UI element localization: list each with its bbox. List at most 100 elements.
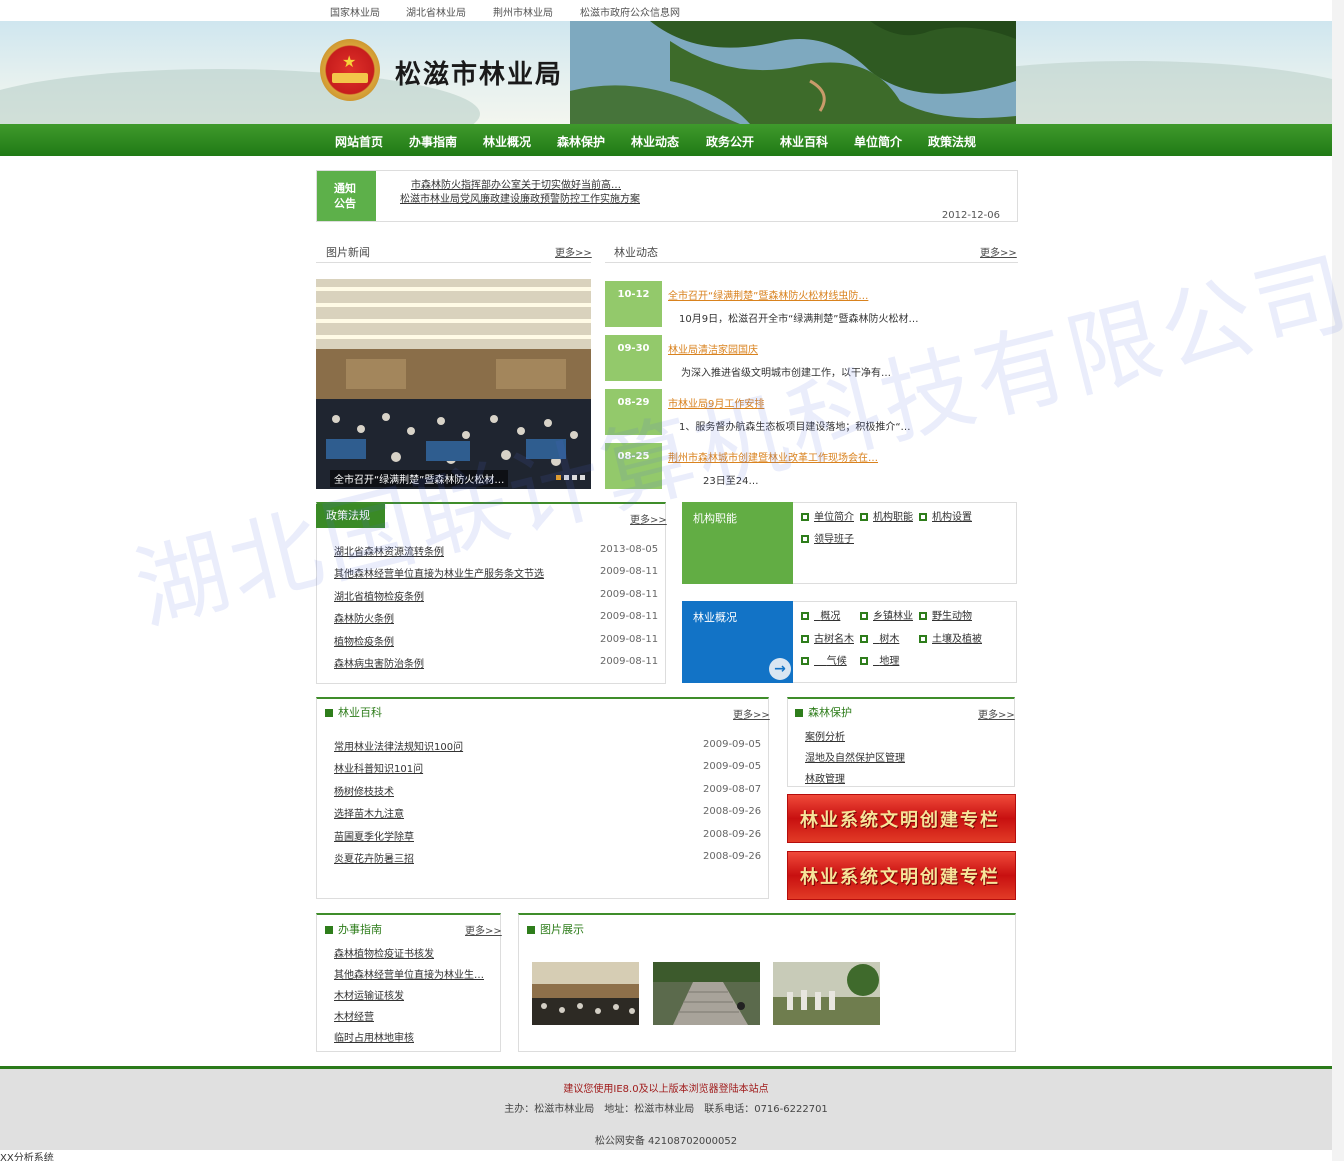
gallery-thumbnail[interactable] <box>773 962 880 1025</box>
org-link-leadership[interactable]: 领导班子 <box>801 530 854 545</box>
top-link-hubei-forestry[interactable]: 湖北省林业局 <box>406 4 466 19</box>
overview-link[interactable]: 气候 <box>801 652 847 667</box>
policy-date: 2009-08-11 <box>600 589 659 600</box>
nav-overview[interactable]: 林业概况 <box>483 133 531 150</box>
gallery-thumbnail[interactable] <box>532 962 639 1025</box>
header-banner: ★ 松滋市林业局 <box>0 21 1332 124</box>
gallery-thumbnail[interactable] <box>653 962 760 1025</box>
forestry-news-more-link[interactable]: 更多>> <box>980 244 1017 259</box>
guide-item[interactable]: 临时占用林地审核 <box>334 1029 414 1044</box>
slideshow-dots[interactable] <box>553 472 585 483</box>
encyclopedia-date: 2009-09-05 <box>703 739 762 750</box>
square-bullet-icon <box>527 926 535 934</box>
policy-more-link[interactable]: 更多>> <box>630 511 667 526</box>
encyclopedia-item[interactable]: 选择苗木九注意 <box>334 805 404 820</box>
org-link-unit-intro[interactable]: 单位简介 <box>801 508 854 523</box>
top-link-jingzhou-forestry[interactable]: 荆州市林业局 <box>493 4 553 19</box>
news-title-link[interactable]: 全市召开“绿满荆楚”暨森林防火松材线虫防… <box>668 287 868 302</box>
top-link-songzi-gov[interactable]: 松滋市政府公众信息网 <box>580 4 680 19</box>
photo-news-title: 图片新闻 <box>326 246 370 259</box>
photo-news-slideshow[interactable]: 全市召开“绿满荆楚”暨森林防火松材… <box>316 279 591 489</box>
encyclopedia-item[interactable]: 杨树修枝技术 <box>334 783 394 798</box>
guide-item[interactable]: 木材经营 <box>334 1008 374 1023</box>
nav-about[interactable]: 单位简介 <box>854 133 902 150</box>
nav-gov-affairs[interactable]: 政务公开 <box>706 133 754 150</box>
org-link-functions[interactable]: 机构职能 <box>860 508 913 523</box>
encyclopedia-item[interactable]: 苗圃夏季化学除草 <box>334 828 414 843</box>
org-link-structure[interactable]: 机构设置 <box>919 508 972 523</box>
guide-item[interactable]: 木材运输证核发 <box>334 987 404 1002</box>
policy-item[interactable]: 森林防火条例 <box>334 610 394 625</box>
news-item[interactable]: 08-25 荆州市森林城市创建暨林业改革工作现场会在… 23日至24… <box>605 443 1018 489</box>
encyclopedia-date: 2009-09-05 <box>703 761 762 772</box>
gallery-title: 图片展示 <box>527 921 584 937</box>
policy-item[interactable]: 其他森林经营单位直接为林业生产服务条文节选 <box>334 565 544 580</box>
bullet-icon <box>801 535 809 543</box>
encyclopedia-item[interactable]: 林业科普知识101问 <box>334 760 423 775</box>
news-date-badge: 09-30 <box>605 335 662 381</box>
policy-item[interactable]: 湖北省森林资源流转条例 <box>334 543 444 558</box>
footer-record: 松公网安备 42108702000052 <box>594 1136 738 1147</box>
national-emblem-logo: ★ <box>320 39 380 101</box>
forest-protection-more-link[interactable]: 更多>> <box>978 706 1015 721</box>
guide-title: 办事指南 <box>325 921 382 937</box>
overview-link[interactable]: 野生动物 <box>919 607 972 622</box>
overview-tile[interactable]: 林业概况 → <box>682 601 793 683</box>
nav-encyclopedia[interactable]: 林业百科 <box>780 133 828 150</box>
top-links-bar: 国家林业局 湖北省林业局 荆州市林业局 松滋市政府公众信息网 <box>0 0 1332 21</box>
news-item[interactable]: 10-12 全市召开“绿满荆楚”暨森林防火松材线虫防… 10月9日，松滋召开全市… <box>605 281 1018 327</box>
news-summary: 1、服务督办航森生态板项目建设落地；积极推介“… <box>679 422 911 433</box>
news-item[interactable]: 09-30 林业局清洁家园国庆 为深入推进省级文明城市创建工作，以干净有… <box>605 335 1018 381</box>
page-scrollbar[interactable] <box>1332 0 1344 1161</box>
site-title: 松滋市林业局 <box>395 60 564 90</box>
nav-guide[interactable]: 办事指南 <box>409 133 457 150</box>
overview-link[interactable]: 土壤及植被 <box>919 630 982 645</box>
bullet-icon <box>919 635 927 643</box>
forest-protection-item[interactable]: 林政管理 <box>805 770 845 785</box>
encyclopedia-item[interactable]: 常用林业法律法规知识100问 <box>334 738 463 753</box>
news-date-badge: 10-12 <box>605 281 662 327</box>
nav-news[interactable]: 林业动态 <box>631 133 679 150</box>
guide-item[interactable]: 其他森林经营单位直接为林业生… <box>334 966 484 981</box>
bullet-icon <box>860 657 868 665</box>
slideshow-caption[interactable]: 全市召开“绿满荆楚”暨森林防火松材… <box>330 470 509 487</box>
encyclopedia-panel <box>316 697 769 899</box>
civilization-column-banner[interactable]: 林业系统文明创建专栏 <box>787 851 1016 900</box>
encyclopedia-date: 2008-09-26 <box>703 851 762 862</box>
main-nav: 网站首页 办事指南 林业概况 森林保护 林业动态 政务公开 林业百科 单位简介 … <box>0 124 1332 156</box>
nav-home[interactable]: 网站首页 <box>335 133 383 150</box>
overview-link[interactable]: 树木 <box>860 630 899 645</box>
browser-tip: 建议您使用IE8.0及以上版本浏览器登陆本站点 <box>563 1084 769 1095</box>
encyclopedia-more-link[interactable]: 更多>> <box>733 706 770 721</box>
policy-item[interactable]: 植物检疫条例 <box>334 633 394 648</box>
top-link-state-forestry[interactable]: 国家林业局 <box>330 4 380 19</box>
notice-item[interactable]: 松滋市林业局党风廉政建设廉政预警防控工作实施方案 <box>400 190 640 205</box>
encyclopedia-date: 2008-09-26 <box>703 829 762 840</box>
guide-more-link[interactable]: 更多>> <box>465 922 502 937</box>
policy-item[interactable]: 森林病虫害防治条例 <box>334 655 424 670</box>
forest-protection-item[interactable]: 湿地及自然保护区管理 <box>805 749 905 764</box>
civilization-column-banner[interactable]: 林业系统文明创建专栏 <box>787 794 1016 843</box>
overview-link[interactable]: 地理 <box>860 652 899 667</box>
guide-item[interactable]: 森林植物检疫证书核发 <box>334 945 434 960</box>
arrow-right-icon[interactable]: → <box>769 658 791 680</box>
forest-protection-item[interactable]: 案例分析 <box>805 728 845 743</box>
square-bullet-icon <box>325 709 333 717</box>
square-bullet-icon <box>795 709 803 717</box>
nav-protection[interactable]: 森林保护 <box>557 133 605 150</box>
bullet-icon <box>801 513 809 521</box>
overview-link[interactable]: 乡镇林业 <box>860 607 913 622</box>
news-title-link[interactable]: 市林业局9月工作安排 <box>668 395 764 410</box>
news-title-link[interactable]: 荆州市森林城市创建暨林业改革工作现场会在… <box>668 449 878 464</box>
news-item[interactable]: 08-29 市林业局9月工作安排 1、服务督办航森生态板项目建设落地；积极推介“… <box>605 389 1018 435</box>
photo-news-more-link[interactable]: 更多>> <box>555 244 592 259</box>
notice-item[interactable]: 市森林防火指挥部办公室关于切实做好当前高… <box>411 176 621 191</box>
overview-link[interactable]: 概况 <box>801 607 840 622</box>
nav-policy[interactable]: 政策法规 <box>928 133 976 150</box>
overview-link[interactable]: 古树名木 <box>801 630 854 645</box>
policy-item[interactable]: 湖北省植物检疫条例 <box>334 588 424 603</box>
news-title-link[interactable]: 林业局清洁家园国庆 <box>668 341 758 356</box>
encyclopedia-item[interactable]: 炎夏花卉防暑三招 <box>334 850 414 865</box>
bullet-icon <box>801 657 809 665</box>
org-function-tile[interactable]: 机构职能 <box>682 502 793 584</box>
